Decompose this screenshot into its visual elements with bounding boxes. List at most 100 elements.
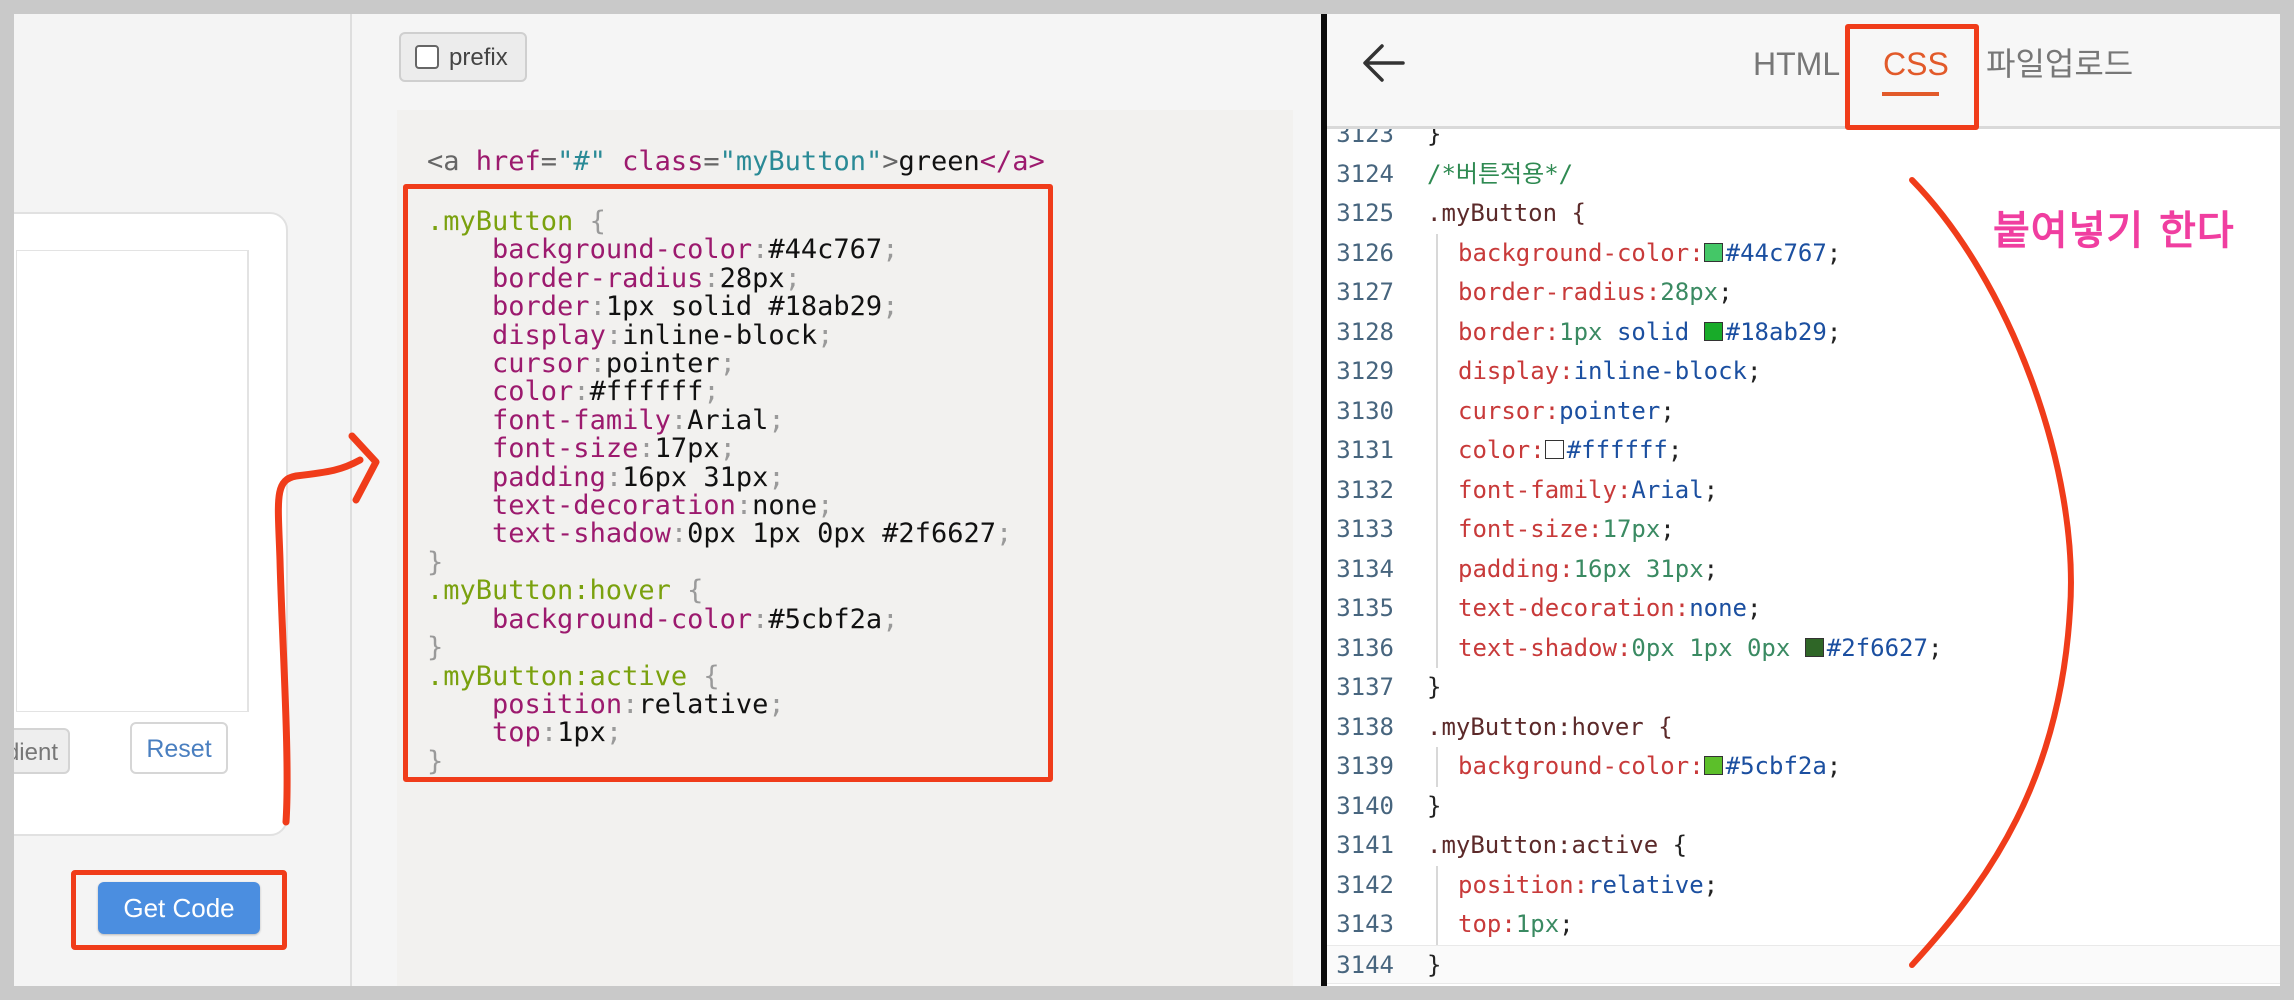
line-number: 3133: [1336, 515, 1394, 543]
code-token: ;: [1703, 554, 1719, 583]
editor-line: 3137}: [1327, 668, 2280, 708]
color-swatch: [1544, 440, 1564, 459]
line-number: 3129: [1336, 357, 1394, 385]
line-code: font-family:Arial;: [1458, 471, 1718, 511]
html-tag-close: </a>: [979, 146, 1045, 177]
tab-file-upload[interactable]: 파일업로드: [1986, 44, 2133, 84]
code-token: ;: [1746, 357, 1762, 385]
editor-line: 3131 color: #ffffff;: [1327, 431, 2280, 471]
line-code: }: [1427, 129, 1441, 155]
code-token: }: [1427, 950, 1442, 979]
indent-guide: [1436, 589, 1438, 629]
line-code: top:1px;: [1458, 905, 1574, 945]
screenshot-frame: dient Reset Get Code prefix <a href="#" …: [14, 14, 2280, 986]
prefix-label: prefix: [449, 44, 508, 71]
generator-sidebar: dient Reset Get Code: [14, 14, 352, 986]
indent-guide: [1436, 549, 1438, 589]
color-swatch: [1703, 321, 1723, 341]
html-attr-href: href: [459, 146, 541, 177]
code-token: background-color:: [1458, 238, 1704, 267]
line-number: 3141: [1336, 831, 1394, 859]
code-token: ;: [1667, 436, 1683, 464]
button-generator-panel: dient Reset Get Code prefix <a href="#" …: [14, 14, 1321, 986]
code-token: #2f6627: [1826, 633, 1928, 662]
code-token: text-shadow:: [1458, 633, 1632, 662]
css-code-editor[interactable]: 3123} 3124 /*버튼적용*/ 3125 .myButton {3126 back…: [1327, 129, 2280, 986]
editor-line: 3130 cursor:pointer;: [1327, 391, 2280, 431]
line-code: padding:16px 31px;: [1458, 550, 1718, 590]
html-attr-class: class: [605, 146, 704, 177]
line-code: border:1px solid #18ab29;: [1458, 313, 1841, 353]
line-code: text-shadow:0px 1px 0px #2f6627;: [1458, 629, 1942, 669]
code-token: ;: [1660, 396, 1675, 425]
editor-header: HTML CSS 파일업로드: [1327, 14, 2280, 130]
css-tab-highlight-box: [1845, 24, 1979, 130]
indent-guide: [1436, 905, 1438, 945]
code-token: ;: [1826, 317, 1842, 346]
line-number: 3124: [1336, 159, 1394, 188]
line-number: 3128: [1336, 317, 1394, 346]
gradient-button[interactable]: dient: [14, 728, 70, 774]
code-token: #ffffff: [1566, 436, 1668, 464]
code-token: ;: [1718, 278, 1733, 306]
back-arrow-icon[interactable]: [1357, 36, 1411, 90]
code-token: #5cbf2a: [1725, 752, 1827, 780]
line-code: }: [1427, 668, 1441, 708]
code-token: }: [1427, 673, 1442, 701]
editor-line: 3134 padding:16px 31px;: [1327, 549, 2280, 590]
indent-guide: [1436, 747, 1438, 787]
html-href-value: "#": [557, 146, 606, 177]
code-token: .myButton:active: [1427, 831, 1673, 859]
html-code-snippet[interactable]: <a href="#" class="myButton">green</a>: [427, 146, 1045, 177]
line-code: .myButton {: [1427, 194, 1586, 234]
editor-line: 3139 background-color: #5cbf2a;: [1327, 747, 2280, 787]
html-link-text: green: [898, 146, 980, 177]
editor-line: 3123}: [1327, 129, 2280, 155]
line-code: /*버튼적용*/: [1427, 155, 1573, 195]
prefix-checkbox-control[interactable]: prefix: [399, 32, 527, 82]
tab-html[interactable]: HTML: [1753, 44, 1840, 84]
line-code: text-decoration:none;: [1458, 589, 1761, 629]
line-number: 3123: [1336, 129, 1394, 148]
line-code: position:relative;: [1458, 866, 1718, 906]
code-token: top:: [1458, 910, 1516, 938]
indent-guide: [1436, 273, 1438, 313]
line-code: border-radius:28px;: [1458, 273, 1733, 313]
code-token: 0px 1px 0px: [1631, 633, 1805, 662]
code-token: position:: [1458, 870, 1589, 899]
line-number: 3145: [1327, 984, 1394, 986]
line-number: 3138: [1336, 712, 1394, 741]
code-token: display:: [1458, 357, 1574, 385]
line-code: .myButton:hover {: [1427, 708, 1673, 748]
code-token: color:: [1458, 436, 1545, 464]
editor-line: 3124 /*버튼적용*/: [1327, 155, 2280, 195]
indent-guide: [1436, 352, 1438, 392]
code-token: ;: [1660, 515, 1675, 543]
code-token: ;: [1826, 238, 1842, 267]
code-token: inline-block: [1573, 357, 1747, 385]
code-token: cursor:: [1458, 396, 1560, 425]
preview-area: [16, 250, 249, 712]
get-code-highlight-box: [71, 870, 287, 950]
line-number: 3125: [1336, 199, 1394, 227]
line-number: 3127: [1336, 278, 1394, 306]
code-token: ;: [1826, 752, 1842, 780]
editor-line: 3136 text-shadow:0px 1px 0px #2f6627;: [1327, 628, 2280, 669]
reset-button[interactable]: Reset: [130, 722, 228, 774]
line-number: 3144: [1336, 950, 1394, 979]
prefix-checkbox[interactable]: [415, 45, 439, 69]
code-token: }: [1427, 129, 1442, 148]
color-swatch: [1703, 756, 1723, 775]
code-token: none: [1689, 594, 1747, 622]
line-number: 3142: [1336, 870, 1394, 899]
line-code: }: [1427, 787, 1441, 827]
line-number: 3134: [1336, 554, 1394, 583]
editor-line: 3142 position:relative;: [1327, 865, 2280, 906]
code-token: ;: [1703, 475, 1719, 504]
line-number: 3143: [1336, 910, 1394, 938]
code-token: .myButton:hover {: [1427, 712, 1673, 741]
editor-line: 3128 border:1px solid #18ab29;: [1327, 312, 2280, 353]
indent-guide: [1436, 312, 1438, 352]
html-eq: =: [703, 146, 720, 177]
editor-line: 3129 display:inline-block;: [1327, 352, 2280, 392]
